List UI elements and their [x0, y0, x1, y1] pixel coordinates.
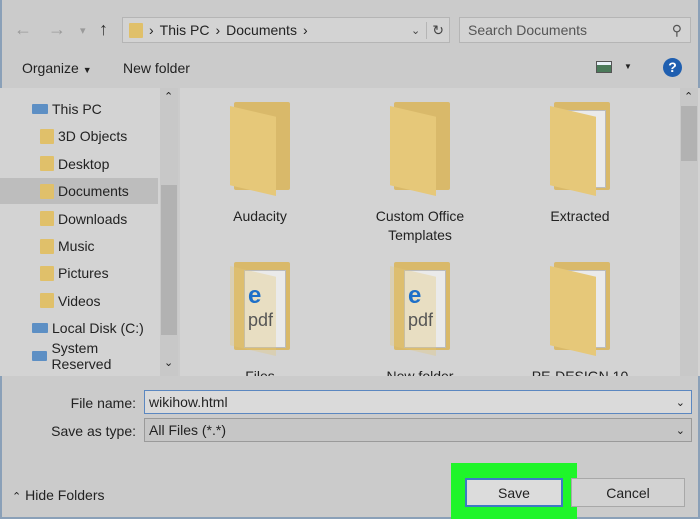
- refresh-icon[interactable]: ↻: [426, 21, 449, 39]
- navigation-pane: This PC 3D Objects Desktop Documents Downloa…: [0, 88, 178, 376]
- folder-item[interactable]: Extracted: [510, 102, 650, 226]
- sidebar-item-desktop[interactable]: Desktop: [0, 151, 158, 177]
- file-list: Audacity Custom Office Templates Extracted…: [180, 88, 700, 376]
- documents-folder-icon: [40, 183, 54, 199]
- folder-item[interactable]: PE-DESIGN 10: [510, 262, 650, 376]
- breadcrumb-separator: ›: [302, 22, 308, 38]
- edge-logo-icon: e: [248, 282, 262, 309]
- address-bar[interactable]: › This PC › Documents › ⌄ ↻: [122, 17, 450, 43]
- sidebar-item-system-reserved[interactable]: System Reserved: [0, 339, 158, 372]
- sidebar-item-music[interactable]: Music: [0, 233, 158, 259]
- folder-icon: [550, 102, 610, 197]
- folder-icon: [390, 102, 450, 197]
- breadcrumb-documents[interactable]: Documents: [226, 22, 297, 38]
- chevron-up-icon: ⌃: [12, 491, 22, 503]
- save-as-type-value: All Files (*.*): [149, 422, 227, 438]
- sidebar-item-label: Downloads: [58, 210, 128, 227]
- sidebar-item-label: 3D Objects: [58, 128, 128, 145]
- folder-name: Extracted: [550, 208, 610, 224]
- file-name-input[interactable]: wikihow.html ⌄: [144, 390, 692, 414]
- documents-folder-icon: [129, 22, 143, 38]
- computer-icon: [32, 104, 48, 114]
- folder-item[interactable]: e pdf New folder: [350, 262, 490, 376]
- breadcrumb-separator: ›: [149, 22, 154, 38]
- drive-icon: [32, 323, 48, 334]
- address-dropdown-icon[interactable]: ⌄: [411, 24, 420, 37]
- sidebar-item-label: This PC: [52, 101, 102, 117]
- sidebar-item-label: Pictures: [58, 265, 109, 282]
- save-as-type-select[interactable]: All Files (*.*) ⌄: [144, 418, 692, 442]
- folder-name: New folder: [386, 368, 454, 376]
- folder-icon: e pdf: [230, 262, 290, 357]
- downloads-folder-icon: [40, 211, 54, 227]
- videos-folder-icon: [40, 293, 54, 309]
- scroll-down-icon: ⌄: [164, 357, 174, 369]
- pictures-folder-icon: [40, 265, 54, 281]
- sidebar-item-pictures[interactable]: Pictures: [0, 260, 158, 286]
- chevron-down-icon: ⌄: [675, 396, 685, 409]
- sidebar-item-label: System Reserved: [51, 339, 112, 372]
- sidebar-item-3d-objects[interactable]: 3D Objects: [0, 123, 158, 149]
- sidebar-item-downloads[interactable]: Downloads: [0, 206, 158, 232]
- new-folder-button[interactable]: New folder: [123, 60, 190, 76]
- sidebar-item-label: Desktop: [58, 155, 110, 172]
- sidebar-item-label: Documents: [58, 183, 129, 200]
- folder-name: PE-DESIGN 10: [531, 368, 629, 376]
- file-name-value: wikihow.html: [149, 394, 228, 410]
- folder-name: Files: [245, 368, 275, 376]
- sidebar-item-this-pc[interactable]: This PC: [0, 96, 158, 122]
- navigation-scrollbar[interactable]: ⌃ ⌄: [160, 88, 178, 376]
- up-button[interactable]: ↑: [99, 19, 108, 40]
- folder-icon: [230, 102, 290, 197]
- chevron-down-icon: ⌄: [675, 424, 685, 437]
- edge-logo-icon: e: [408, 282, 422, 309]
- search-input[interactable]: Search Documents ⚲: [459, 17, 691, 43]
- forward-button[interactable]: →: [48, 19, 66, 40]
- file-list-scrollbar[interactable]: ⌃: [680, 88, 698, 376]
- 3d-objects-folder-icon: [40, 128, 54, 144]
- folder-item[interactable]: Audacity: [190, 102, 330, 226]
- scroll-up-icon: ⌃: [684, 91, 694, 103]
- pdf-label: pdf: [248, 310, 274, 330]
- search-placeholder: Search Documents: [468, 22, 588, 38]
- save-button[interactable]: Save: [465, 478, 563, 507]
- change-view-icon[interactable]: [596, 61, 612, 73]
- folder-name: Audacity: [233, 208, 287, 224]
- music-folder-icon: [40, 238, 54, 254]
- hide-folders-button[interactable]: ⌃ Hide Folders: [12, 487, 104, 503]
- save-as-type-label: Save as type:: [51, 423, 136, 439]
- folder-item[interactable]: Custom Office Templates: [350, 102, 490, 245]
- dropdown-arrow-icon: ▼: [82, 65, 92, 75]
- cancel-button[interactable]: Cancel: [571, 478, 685, 507]
- organize-button[interactable]: Organize ▼: [22, 60, 92, 76]
- desktop-folder-icon: [40, 156, 54, 172]
- sidebar-item-local-disk-c[interactable]: Local Disk (C:): [0, 315, 158, 341]
- scroll-thumb[interactable]: [161, 185, 177, 335]
- folder-name: Custom Office Templates: [375, 208, 465, 243]
- recent-locations-button[interactable]: ▾: [80, 24, 86, 37]
- folder-icon: [550, 262, 610, 357]
- file-name-label: File name:: [70, 395, 136, 411]
- sidebar-item-documents[interactable]: Documents: [0, 178, 158, 205]
- scroll-up-icon: ⌃: [164, 91, 174, 103]
- breadcrumb-separator: ›: [215, 22, 221, 38]
- folder-item[interactable]: e pdf Files: [190, 262, 330, 376]
- sidebar-item-label: Videos: [58, 292, 101, 309]
- scroll-thumb[interactable]: [681, 106, 697, 161]
- folder-icon: e pdf: [390, 262, 450, 357]
- drive-icon: [32, 350, 48, 361]
- breadcrumb-this-pc[interactable]: This PC: [160, 22, 210, 38]
- sidebar-item-label: Local Disk (C:): [52, 320, 144, 337]
- search-icon: ⚲: [671, 21, 682, 38]
- sidebar-item-label: Music: [58, 238, 95, 254]
- pdf-label: pdf: [408, 310, 434, 330]
- sidebar-item-videos[interactable]: Videos: [0, 288, 158, 314]
- help-icon[interactable]: ?: [663, 58, 682, 77]
- view-options-arrow-icon[interactable]: ▼: [624, 62, 632, 71]
- back-button[interactable]: ←: [14, 19, 32, 40]
